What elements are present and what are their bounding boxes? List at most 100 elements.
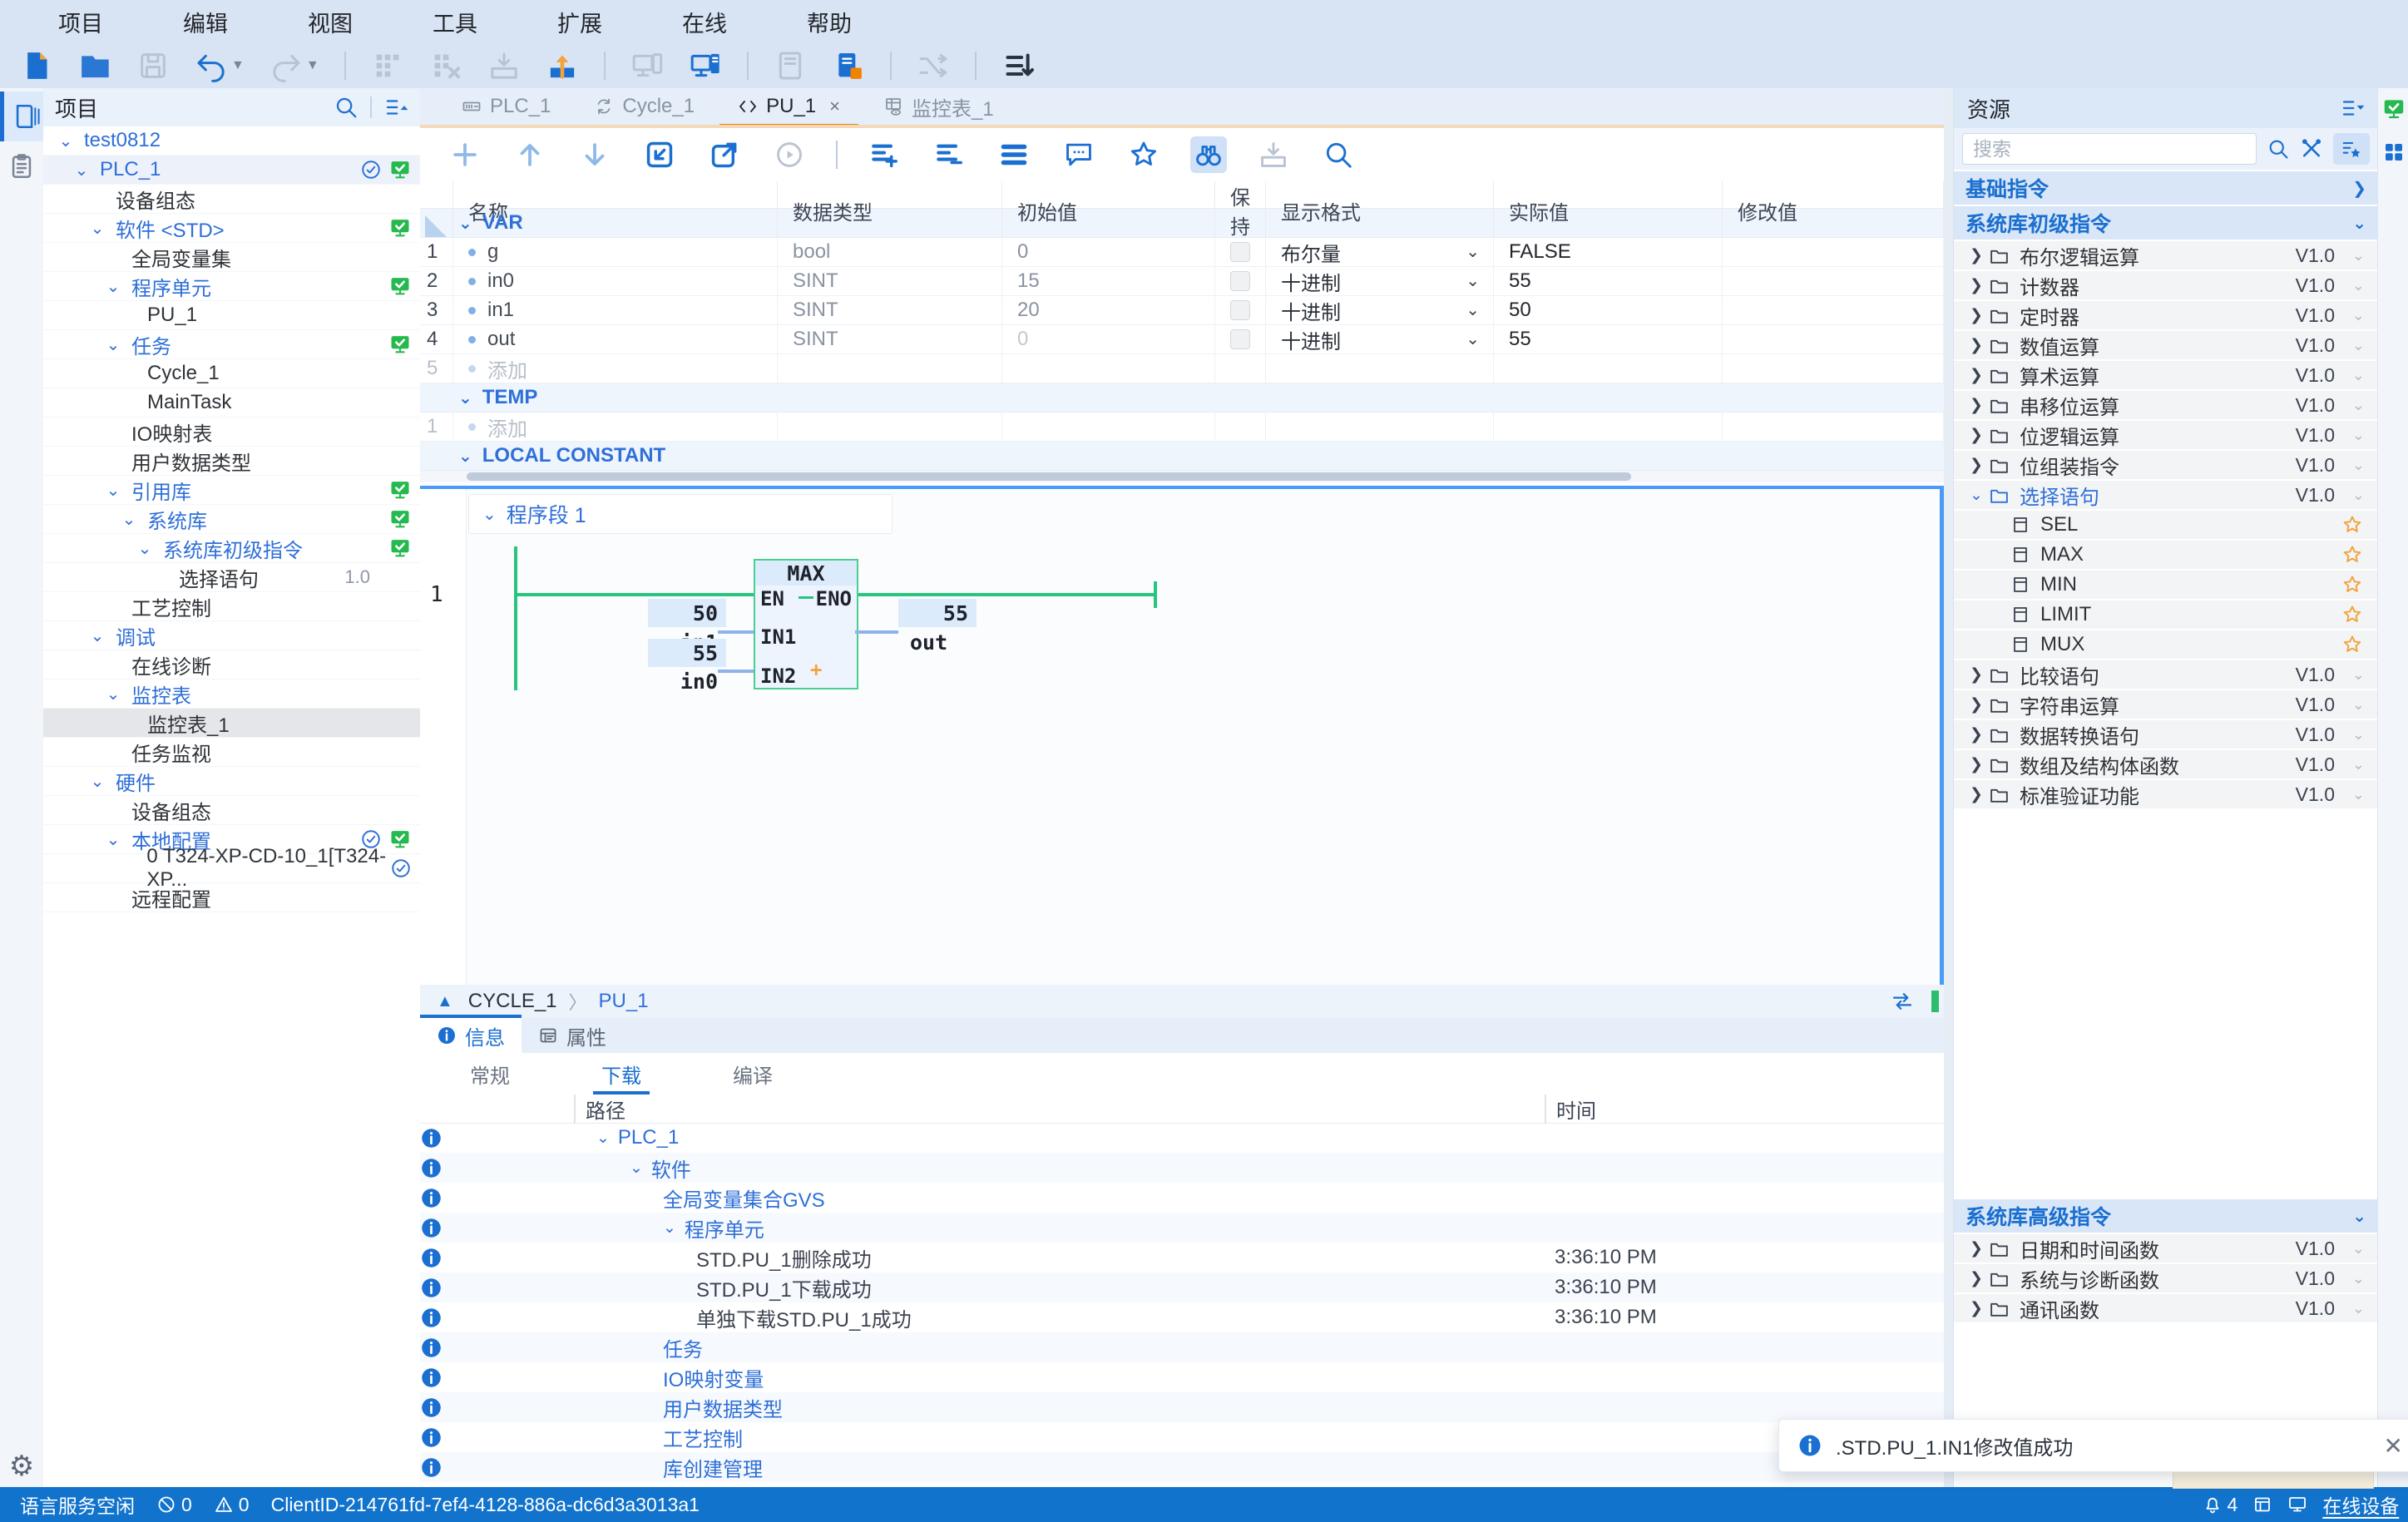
cell-actual-value[interactable]: 55: [1494, 325, 1723, 353]
import-button[interactable]: [641, 136, 678, 173]
message-row[interactable]: ⌄程序单元: [420, 1213, 1944, 1243]
resource-item-数组及结构体函数[interactable]: ❯数组及结构体函数V1.0⌄: [1954, 750, 2378, 778]
resource-item-字符串运算[interactable]: ❯字符串运算V1.0⌄: [1954, 690, 2378, 719]
chevron-down-icon[interactable]: ⌄: [118, 509, 140, 530]
column-header-modify[interactable]: 修改值: [1723, 181, 1944, 240]
pin-in1[interactable]: IN1: [760, 625, 796, 649]
cell-name[interactable]: g: [453, 238, 778, 266]
in2-operand[interactable]: in0: [648, 670, 718, 694]
collapse-panel-icon[interactable]: ▲: [437, 992, 453, 1011]
tree-item-工艺控制[interactable]: 工艺控制: [43, 592, 420, 621]
chevron-down-icon[interactable]: ⌄: [102, 276, 124, 297]
collapse-all-icon[interactable]: [383, 95, 408, 120]
cell-initial-value[interactable]: [1002, 354, 1215, 383]
resource-item-MAX[interactable]: MAX: [1954, 541, 2378, 569]
search-input[interactable]: [1962, 133, 2257, 165]
resource-item-MIN[interactable]: MIN: [1954, 571, 2378, 599]
chevron-down-icon[interactable]: ⌄: [102, 480, 124, 501]
breadcrumb-item-pu[interactable]: PU_1: [599, 990, 649, 1013]
resource-item-算术运算[interactable]: ❯算术运算V1.0⌄: [1954, 361, 2378, 389]
tree-item-0 T324-XP-CD-10_1[T324-XP...[interactable]: 0 T324-XP-CD-10_1[T324-XP...: [43, 854, 420, 883]
star-icon[interactable]: [2341, 544, 2363, 566]
chevron-right-icon[interactable]: ❯: [1964, 426, 1989, 445]
panel-menu-icon[interactable]: [2340, 96, 2365, 121]
resource-item-串移位运算[interactable]: ❯串移位运算V1.0⌄: [1954, 391, 2378, 419]
chevron-down-icon[interactable]: ⌄: [71, 160, 92, 180]
online-device-icon[interactable]: [2287, 1495, 2307, 1515]
cell-retain[interactable]: [1215, 238, 1266, 266]
cell-name[interactable]: in0: [453, 267, 778, 295]
move-up-button[interactable]: [512, 136, 548, 173]
tab-PU_1[interactable]: PU_1×: [719, 88, 858, 125]
column-header-actual[interactable]: 实际值: [1494, 181, 1723, 240]
tree-item-设备组态[interactable]: 设备组态: [43, 185, 420, 214]
chevron-down-icon[interactable]: ⌄: [87, 625, 108, 646]
message-row[interactable]: 单独下载STD.PU_1成功3:36:10 PM: [420, 1302, 1944, 1332]
subtab-下载[interactable]: 下载: [601, 1053, 641, 1095]
tree-item-远程配置[interactable]: 远程配置: [43, 883, 420, 912]
panel-window-icon[interactable]: [2252, 1495, 2272, 1515]
pin-en[interactable]: EN: [760, 587, 784, 610]
new-file-button[interactable]: [20, 49, 53, 82]
cell-modify-value[interactable]: [1723, 238, 1944, 266]
tree-item-程序单元[interactable]: ⌄程序单元: [43, 272, 420, 301]
message-row[interactable]: 全局变量集合GVS: [420, 1183, 1944, 1213]
tree-item-全局变量集[interactable]: 全局变量集: [43, 243, 420, 272]
tree-item-用户数据类型[interactable]: 用户数据类型: [43, 447, 420, 476]
search-icon[interactable]: [2267, 137, 2290, 161]
column-header-datatype[interactable]: 数据类型: [778, 181, 1002, 240]
cell-name[interactable]: out: [453, 325, 778, 353]
resource-item-数据转换语句[interactable]: ❯数据转换语句V1.0⌄: [1954, 720, 2378, 749]
resource-item-数值运算[interactable]: ❯数值运算V1.0⌄: [1954, 331, 2378, 359]
go-online-button[interactable]: [689, 49, 722, 82]
cell-modify-value[interactable]: [1723, 354, 1944, 383]
chevron-right-icon[interactable]: ❯: [1964, 246, 1989, 265]
retain-checkbox[interactable]: [1230, 271, 1250, 291]
sort-filter-button[interactable]: [1001, 49, 1035, 82]
subtab-常规[interactable]: 常规: [470, 1053, 510, 1095]
cell-name[interactable]: in1: [453, 296, 778, 324]
undo-button[interactable]: ▼: [195, 49, 245, 82]
cell-initial-value[interactable]: 20: [1002, 296, 1215, 324]
chevron-down-icon[interactable]: ⌄: [87, 771, 108, 792]
resource-item-日期和时间函数[interactable]: ❯日期和时间函数V1.0⌄: [1954, 1234, 2378, 1263]
star-icon[interactable]: [2341, 574, 2363, 595]
tree-item-任务监视[interactable]: 任务监视: [43, 738, 420, 767]
section-system-primary[interactable]: 系统库初级指令 ⌄: [1954, 206, 2378, 240]
breadcrumb-item-cycle[interactable]: CYCLE_1: [468, 990, 557, 1013]
cell-modify-value[interactable]: [1723, 325, 1944, 353]
export-button[interactable]: [706, 136, 743, 173]
chevron-right-icon[interactable]: ❯: [1964, 665, 1989, 684]
section-basic-instructions[interactable]: 基础指令 ❯: [1954, 171, 2378, 205]
chevron-right-icon[interactable]: ❯: [1964, 785, 1989, 804]
tree-item-硬件[interactable]: ⌄硬件: [43, 767, 420, 796]
cell-initial-value[interactable]: 0: [1002, 325, 1215, 353]
settings-gear-icon[interactable]: ⚙: [0, 1445, 43, 1487]
dropdown-caret-icon[interactable]: ▼: [306, 58, 319, 73]
open-folder-button[interactable]: [78, 49, 111, 82]
message-row[interactable]: STD.PU_1下载成功3:36:10 PM: [420, 1272, 1944, 1302]
search-button[interactable]: [1320, 136, 1357, 173]
section-system-advanced[interactable]: 系统库高级指令 ⌄: [1954, 1199, 2378, 1233]
tab-监控表_1[interactable]: 监控表_1: [865, 88, 1012, 125]
tree-item-test0812[interactable]: ⌄test0812: [43, 126, 420, 156]
menu-item-6[interactable]: 帮助: [807, 6, 852, 38]
chevron-right-icon[interactable]: ❯: [1964, 1239, 1989, 1258]
move-down-button[interactable]: [576, 136, 613, 173]
tree-item-任务[interactable]: ⌄任务: [43, 330, 420, 359]
message-row[interactable]: 用户数据类型: [420, 1392, 1944, 1422]
chevron-down-icon[interactable]: ⌄: [102, 334, 124, 355]
menu-item-4[interactable]: 扩展: [557, 6, 602, 38]
chevron-down-icon[interactable]: ⌄: [630, 1159, 643, 1178]
delete-row-button[interactable]: [931, 136, 967, 173]
horizontal-scrollbar[interactable]: [420, 471, 1944, 482]
cell-datatype[interactable]: SINT: [778, 325, 1002, 353]
cell-display-format[interactable]: 十进制⌄: [1266, 267, 1494, 295]
error-count[interactable]: 0: [156, 1494, 192, 1516]
tab-Cycle_1[interactable]: Cycle_1: [576, 88, 713, 125]
variable-row-out[interactable]: 4outSINT0十进制⌄55: [420, 325, 1944, 354]
cell-initial-value[interactable]: [1002, 413, 1215, 441]
chevron-down-icon[interactable]: ⌄: [458, 446, 472, 467]
menu-item-3[interactable]: 工具: [433, 6, 477, 38]
expand-pin-plus[interactable]: +: [810, 658, 822, 681]
